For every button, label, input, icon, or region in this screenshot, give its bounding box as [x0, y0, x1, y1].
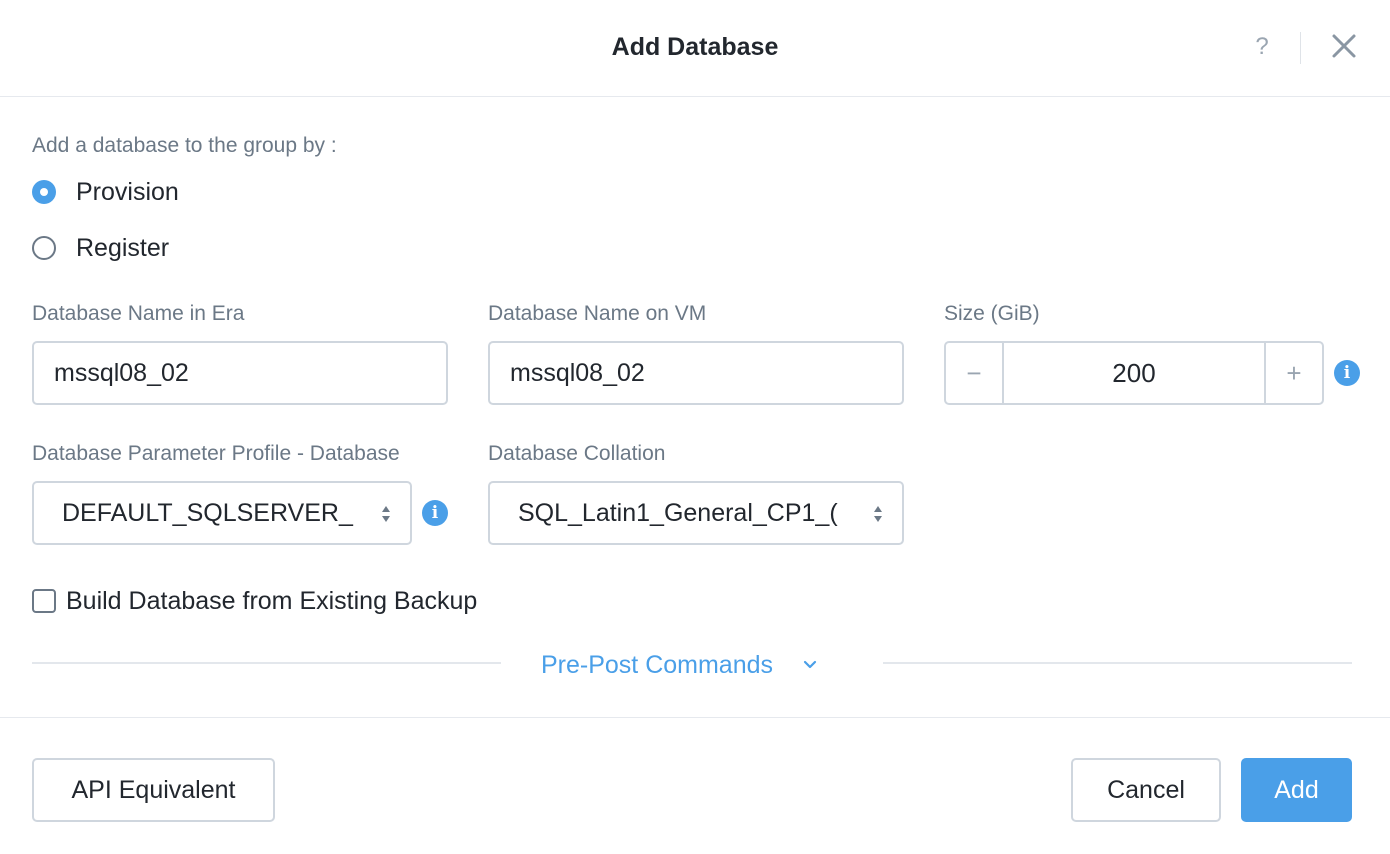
db-name-vm-input[interactable]: mssql08_02	[488, 341, 904, 405]
param-profile-label: Database Parameter Profile - Database	[32, 442, 400, 465]
dialog-footer: API Equivalent Cancel Add	[0, 717, 1390, 854]
size-label: Size (GiB)	[944, 302, 1040, 325]
pre-post-commands-toggle[interactable]: Pre-Post Commands	[541, 648, 817, 682]
section-divider-right	[883, 662, 1352, 664]
radio-button-unselected[interactable]	[32, 236, 56, 260]
db-name-era-label: Database Name in Era	[32, 302, 245, 325]
size-stepper[interactable]: − 200 +	[944, 341, 1324, 405]
select-caret-icon	[382, 506, 390, 522]
backup-checkbox-label: Build Database from Existing Backup	[66, 586, 478, 615]
add-method-label: Add a database to the group by :	[32, 134, 337, 157]
section-divider-left	[32, 662, 501, 664]
header-divider	[1300, 32, 1301, 64]
collation-value: SQL_Latin1_General_CP1_(	[518, 499, 838, 527]
radio-register-label: Register	[76, 233, 170, 262]
select-caret-icon	[874, 506, 882, 522]
collation-label: Database Collation	[488, 442, 666, 465]
cancel-button[interactable]: Cancel	[1071, 758, 1221, 822]
question-mark-icon[interactable]: ?	[1248, 30, 1276, 64]
param-profile-info-icon[interactable]: i	[422, 500, 448, 526]
chevron-down-icon	[803, 660, 817, 669]
size-value[interactable]: 200	[1004, 343, 1264, 403]
size-decrement-button[interactable]: −	[946, 343, 1004, 403]
dialog-title: Add Database	[611, 33, 779, 61]
api-equivalent-button[interactable]: API Equivalent	[32, 758, 275, 822]
pre-post-commands-label: Pre-Post Commands	[541, 650, 774, 679]
backup-checkbox-row[interactable]: Build Database from Existing Backup	[32, 584, 477, 618]
size-info-icon[interactable]: i	[1334, 360, 1360, 386]
radio-register[interactable]: Register	[32, 231, 169, 265]
db-name-vm-label: Database Name on VM	[488, 302, 707, 325]
close-icon[interactable]	[1330, 32, 1358, 60]
size-increment-button[interactable]: +	[1264, 343, 1322, 403]
radio-provision-label: Provision	[76, 177, 179, 206]
param-profile-value: DEFAULT_SQLSERVER_	[62, 499, 353, 527]
collation-select[interactable]: SQL_Latin1_General_CP1_(	[488, 481, 904, 545]
radio-button-selected[interactable]	[32, 180, 56, 204]
dialog-header: Add Database ?	[0, 0, 1390, 97]
db-name-era-input[interactable]: mssql08_02	[32, 341, 448, 405]
add-button[interactable]: Add	[1241, 758, 1352, 822]
param-profile-select[interactable]: DEFAULT_SQLSERVER_	[32, 481, 412, 545]
backup-checkbox[interactable]	[32, 589, 56, 613]
radio-provision[interactable]: Provision	[32, 175, 179, 209]
